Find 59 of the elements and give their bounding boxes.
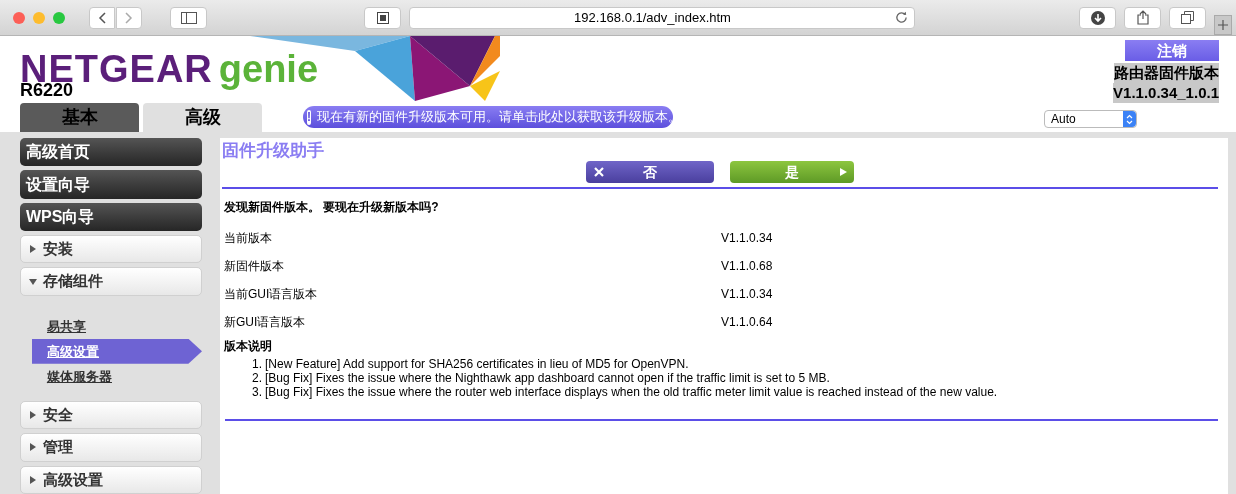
sidebar-section[interactable]: 存储组件 <box>20 267 202 296</box>
share-icon <box>1136 10 1149 25</box>
forward-button[interactable] <box>116 6 142 29</box>
window-control-icon[interactable] <box>13 11 25 24</box>
field-value: V1.1.0.34 <box>721 286 773 303</box>
field-value: V1.1.0.64 <box>721 314 773 331</box>
reader-button[interactable] <box>364 6 401 29</box>
note-text: [Bug Fix] Fixes the issue where the Nighthawk app dashboard cannot open if the traffic limit is set to 5 MB. <box>265 371 830 385</box>
field-value: V1.1.0.68 <box>721 258 773 275</box>
sidebar-link[interactable]: 高级设置 <box>32 338 202 364</box>
address-field[interactable]: 192.168.0.1/adv_index.htm <box>409 6 915 29</box>
back-icon <box>98 11 106 24</box>
sidebar-button[interactable] <box>170 6 207 29</box>
sidebar-menu-item[interactable]: WPS向导 <box>20 202 202 232</box>
sidebar-link[interactable]: 媒体服务器 <box>32 363 202 389</box>
list-number: 1. <box>251 357 262 371</box>
list-number: 3. <box>251 385 262 399</box>
field-label: 新GUI语言版本 <box>224 314 307 331</box>
sidebar-section[interactable]: 高级设置 <box>20 465 202 494</box>
sidebar-section[interactable]: 安全 <box>20 400 202 430</box>
language-select[interactable]: Auto <box>1044 110 1137 128</box>
question-text: 发现新固件版本。 要现在升级新版本吗? <box>223 199 440 216</box>
cancel-button[interactable]: 否 <box>586 161 714 183</box>
tab[interactable]: 高级 <box>143 103 262 132</box>
section-heading: 版本说明 <box>223 338 273 355</box>
tabs-button[interactable] <box>1169 6 1206 29</box>
window-control-icon[interactable] <box>53 11 65 24</box>
field-value: V1.1.0.34 <box>721 230 773 247</box>
firmware-label: 路由器固件版本 <box>1114 63 1219 83</box>
new-tab-button[interactable] <box>1214 14 1232 35</box>
sidebar-section[interactable]: 管理 <box>20 433 202 462</box>
tabs-icon <box>1181 11 1194 24</box>
list-number: 2. <box>251 371 262 385</box>
field-label: 当前GUI语言版本 <box>224 286 319 303</box>
field-label: 当前版本 <box>224 230 273 247</box>
forward-icon <box>125 11 133 24</box>
reload-icon <box>895 11 908 24</box>
brand-logo: genie <box>218 50 319 88</box>
play-icon <box>840 168 847 176</box>
plus-icon <box>1218 19 1228 30</box>
close-icon <box>594 167 604 177</box>
note-text: [New Feature] Add support for SHA256 certificates in lieu of MD5 for OpenVPN. <box>265 357 689 371</box>
field-label: 新固件版本 <box>224 258 285 275</box>
back-button[interactable] <box>89 6 115 29</box>
download-button[interactable] <box>1079 6 1116 29</box>
sidebar-menu-item[interactable]: 高级首页 <box>20 138 202 167</box>
firmware-version: V1.1.0.34_1.0.1 <box>1113 83 1219 103</box>
sidebar-icon <box>180 11 197 24</box>
square-icon <box>376 11 389 24</box>
update-alert[interactable]: ! 现在有新的固件升级版本可用。请单击此处以获取该升级版本。 <box>303 106 673 128</box>
logout-button[interactable]: 注销 <box>1125 40 1219 61</box>
share-button[interactable] <box>1124 6 1161 29</box>
sidebar-menu-item[interactable]: 设置向导 <box>20 170 202 199</box>
page-title: 固件升级助手 <box>222 140 325 162</box>
sidebar-link[interactable]: 易共享 <box>32 313 202 339</box>
updown-icon <box>1126 113 1133 125</box>
note-text: [Bug Fix] Fixes the issue where the router web interface displays when the old traffic meter limit value is reached instead of the new value. <box>265 385 998 399</box>
sidebar-section[interactable]: 安装 <box>20 235 202 264</box>
download-icon <box>1090 10 1105 25</box>
